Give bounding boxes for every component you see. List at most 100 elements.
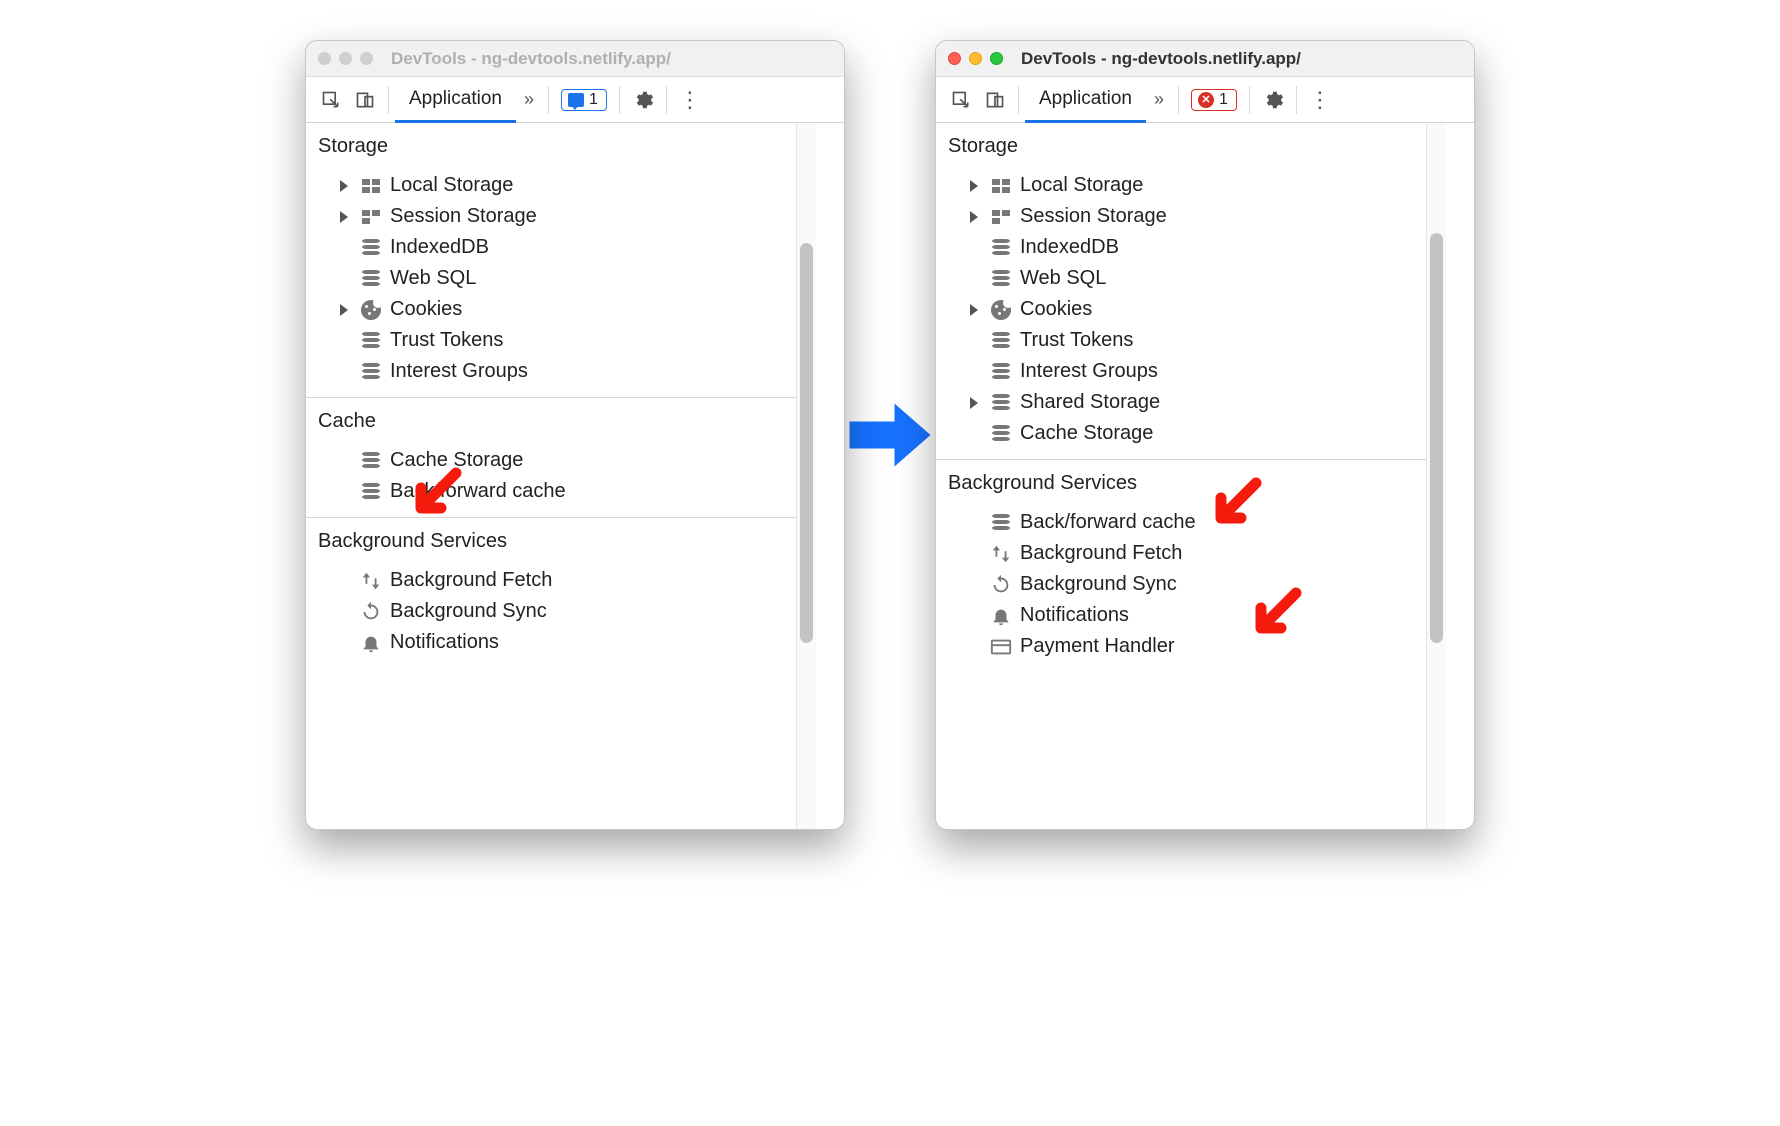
tree-item[interactable]: Back/forward cache	[936, 507, 1426, 538]
tree-item[interactable]: Background Sync	[306, 596, 796, 627]
tree-item[interactable]: Background Sync	[936, 569, 1426, 600]
application-sidebar[interactable]: Storage Local Storage Session Storage Index…	[936, 123, 1426, 829]
database-icon	[990, 512, 1012, 534]
section-title[interactable]: Storage	[306, 123, 796, 164]
tree-item[interactable]: Shared Storage	[936, 387, 1426, 418]
tree-item[interactable]: Web SQL	[936, 263, 1426, 294]
tab-application[interactable]: Application	[395, 78, 516, 123]
tree-item-label: IndexedDB	[390, 236, 489, 259]
message-icon	[568, 93, 584, 107]
tree-item[interactable]: Session Storage	[306, 201, 796, 232]
tree-item[interactable]: Interest Groups	[306, 356, 796, 387]
tree-item[interactable]: Payment Handler	[936, 631, 1426, 662]
traffic-lights[interactable]	[948, 52, 1003, 65]
chevron-right-icon[interactable]	[970, 180, 978, 192]
bell-icon	[360, 632, 382, 654]
database-icon	[990, 392, 1012, 414]
tree-item[interactable]: Cache Storage	[936, 418, 1426, 449]
titlebar: DevTools - ng-devtools.netlify.app/	[936, 41, 1474, 77]
issues-count: 1	[1219, 91, 1228, 109]
tree-item-label: Web SQL	[1020, 267, 1106, 290]
scrollbar-thumb[interactable]	[1430, 233, 1443, 643]
minimize-dot[interactable]	[969, 52, 982, 65]
section-title[interactable]: Storage	[936, 123, 1426, 164]
tree-item[interactable]: Cookies	[306, 294, 796, 325]
section-title[interactable]: Background Services	[306, 518, 796, 559]
gear-icon[interactable]	[1256, 83, 1290, 117]
chevron-right-icon[interactable]	[970, 397, 978, 409]
tree-item[interactable]: Web SQL	[306, 263, 796, 294]
tree-item[interactable]: Local Storage	[936, 170, 1426, 201]
scrollbar[interactable]	[1426, 123, 1446, 829]
more-tabs-icon[interactable]: »	[516, 89, 542, 110]
application-sidebar[interactable]: Storage Local Storage Session Storage Index…	[306, 123, 796, 829]
window-title: DevTools - ng-devtools.netlify.app/	[381, 49, 832, 69]
inspect-icon[interactable]	[314, 83, 348, 117]
section-title[interactable]: Background Services	[936, 460, 1426, 501]
database-icon	[990, 268, 1012, 290]
device-icon[interactable]	[348, 83, 382, 117]
tree-item-label: Background Sync	[1020, 573, 1177, 596]
device-icon[interactable]	[978, 83, 1012, 117]
scrollbar-thumb[interactable]	[800, 243, 813, 643]
tree-item-label: Background Sync	[390, 600, 547, 623]
more-tabs-icon[interactable]: »	[1146, 89, 1172, 110]
issues-badge[interactable]: ✕ 1	[1191, 89, 1237, 111]
tree-item[interactable]: Notifications	[936, 600, 1426, 631]
inspect-icon[interactable]	[944, 83, 978, 117]
database-icon	[360, 330, 382, 352]
tree-item[interactable]: Cookies	[936, 294, 1426, 325]
database-icon	[990, 423, 1012, 445]
tree-item[interactable]: Notifications	[306, 627, 796, 658]
minimize-dot[interactable]	[339, 52, 352, 65]
issues-badge[interactable]: 1	[561, 89, 607, 111]
devtools-toolbar: Application » 1 ⋮	[306, 77, 844, 123]
tree-item[interactable]: Cache Storage	[306, 445, 796, 476]
tree-item[interactable]: Session Storage	[936, 201, 1426, 232]
bell-icon	[990, 605, 1012, 627]
tree-item[interactable]: Trust Tokens	[306, 325, 796, 356]
kebab-icon[interactable]: ⋮	[673, 83, 707, 117]
section-title[interactable]: Cache	[306, 398, 796, 439]
window-title: DevTools - ng-devtools.netlify.app/	[1011, 49, 1462, 69]
tree-item[interactable]: Local Storage	[306, 170, 796, 201]
scrollbar[interactable]	[796, 123, 816, 829]
tree-item[interactable]: Back/forward cache	[306, 476, 796, 507]
close-dot[interactable]	[948, 52, 961, 65]
tree-item[interactable]: Interest Groups	[936, 356, 1426, 387]
zoom-dot[interactable]	[990, 52, 1003, 65]
traffic-lights[interactable]	[318, 52, 373, 65]
tree-item[interactable]: Trust Tokens	[936, 325, 1426, 356]
database-icon	[990, 237, 1012, 259]
gear-icon[interactable]	[626, 83, 660, 117]
tree-item[interactable]: IndexedDB	[306, 232, 796, 263]
table-icon	[990, 175, 1012, 197]
tree-item-label: Interest Groups	[390, 360, 528, 383]
close-dot[interactable]	[318, 52, 331, 65]
database-icon	[360, 237, 382, 259]
tree-item-label: Back/forward cache	[390, 480, 566, 503]
devtools-toolbar: Application » ✕ 1 ⋮	[936, 77, 1474, 123]
tree-item-label: Local Storage	[1020, 174, 1143, 197]
chevron-right-icon[interactable]	[970, 304, 978, 316]
kebab-icon[interactable]: ⋮	[1303, 83, 1337, 117]
tree-item-label: Background Fetch	[1020, 542, 1182, 565]
zoom-dot[interactable]	[360, 52, 373, 65]
chevron-right-icon[interactable]	[340, 211, 348, 223]
database-icon	[360, 450, 382, 472]
tree-item[interactable]: Background Fetch	[306, 565, 796, 596]
tree-item[interactable]: IndexedDB	[936, 232, 1426, 263]
tab-application[interactable]: Application	[1025, 78, 1146, 123]
tree-item[interactable]: Background Fetch	[936, 538, 1426, 569]
chevron-right-icon[interactable]	[340, 180, 348, 192]
tree-item-label: Notifications	[1020, 604, 1129, 627]
cookie-icon	[990, 299, 1012, 321]
chevron-right-icon[interactable]	[970, 211, 978, 223]
table-icon	[360, 175, 382, 197]
tree-item-label: Background Fetch	[390, 569, 552, 592]
tree-item-label: Session Storage	[1020, 205, 1167, 228]
tree-item-label: Cookies	[390, 298, 462, 321]
tree-item-label: Cookies	[1020, 298, 1092, 321]
chevron-right-icon[interactable]	[340, 304, 348, 316]
tree-item-label: Session Storage	[390, 205, 537, 228]
